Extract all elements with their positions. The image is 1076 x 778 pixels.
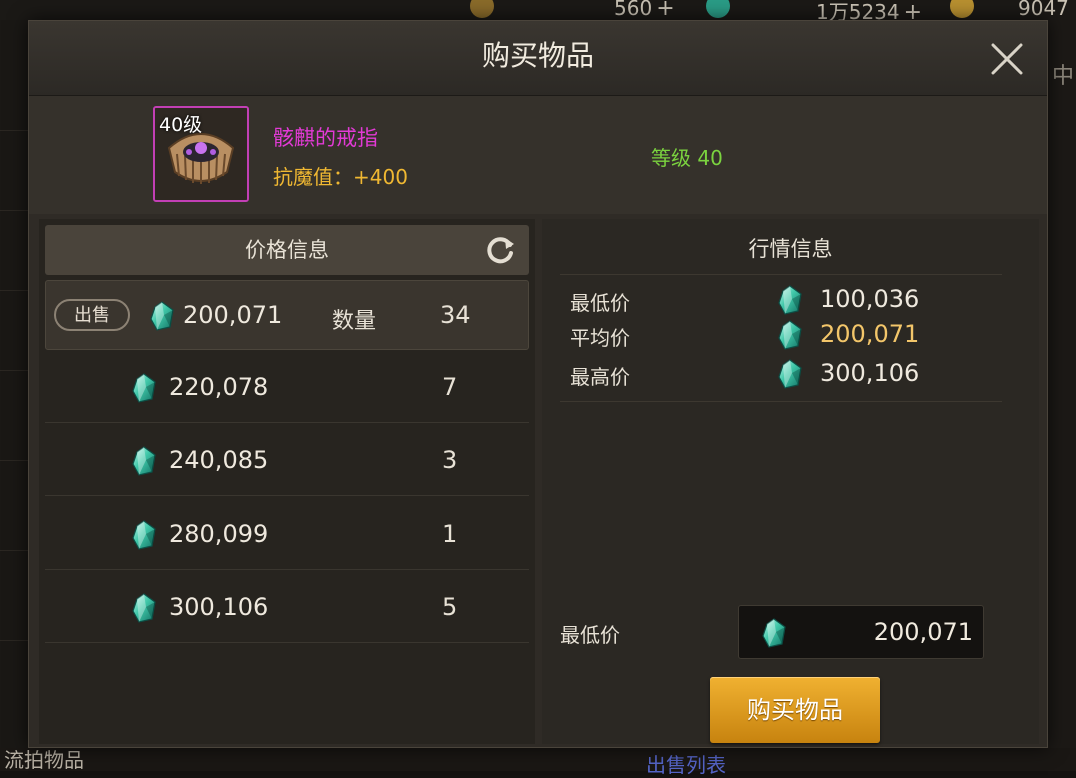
item-icon-frame[interactable]: 40级 xyxy=(153,106,249,202)
background-tab xyxy=(0,580,30,641)
item-header: 40级 骸麒的戒指 抗魔值：+400 等级 40 xyxy=(29,96,1047,214)
price-row[interactable]: 300,106 5 xyxy=(45,573,529,643)
gem-icon xyxy=(777,320,803,350)
row-price: 280,099 xyxy=(169,520,269,548)
market-info-panel: 行情信息 最低价 100,036 平均价 200,071 最高价 300,106… xyxy=(542,219,1039,744)
divider xyxy=(560,274,1002,275)
plus-icon[interactable]: + xyxy=(656,0,674,21)
buy-item-button[interactable]: 购买物品 xyxy=(710,677,880,743)
gem-icon xyxy=(761,618,787,648)
min-price-input[interactable]: 200,071 xyxy=(738,605,984,659)
item-name: 骸麒的戒指 xyxy=(273,126,378,150)
background-tab xyxy=(0,310,30,371)
lowest-price-value: 100,036 xyxy=(820,285,920,313)
row-quantity: 5 xyxy=(442,593,458,621)
price-info-header: 价格信息 xyxy=(45,225,529,275)
average-price-label: 平均价 xyxy=(570,326,630,350)
background-tab xyxy=(0,230,30,291)
divider xyxy=(560,401,1002,402)
gem-icon xyxy=(777,359,803,389)
bottom-sell-list-text[interactable]: 出售列表 xyxy=(646,749,726,778)
gem-icon xyxy=(777,285,803,315)
item-stat: 抗魔值：+400 xyxy=(273,165,408,189)
row-price: 240,085 xyxy=(169,446,269,474)
price-info-panel: 价格信息 出售 200,071 数量 34 220,078 7 240,085 xyxy=(39,219,535,744)
refresh-icon xyxy=(487,237,514,264)
price-row[interactable]: 220,078 7 xyxy=(45,353,529,423)
row-price: 220,078 xyxy=(169,373,269,401)
market-info-title: 行情信息 xyxy=(748,237,833,261)
price-info-title: 价格信息 xyxy=(245,238,329,262)
price-row[interactable]: 280,099 1 xyxy=(45,500,529,570)
background-right-char: 中 xyxy=(1052,64,1075,89)
gem-icon xyxy=(149,301,175,331)
row-quantity: 1 xyxy=(442,520,458,548)
row-price: 200,071 xyxy=(183,301,283,329)
sell-tag: 出售 xyxy=(54,299,130,331)
refresh-button[interactable] xyxy=(483,233,517,267)
row-quantity: 34 xyxy=(440,301,471,329)
row-price: 300,106 xyxy=(169,593,269,621)
background-tab xyxy=(0,150,30,211)
gem-icon xyxy=(131,373,157,403)
background-left-panel xyxy=(0,20,30,771)
buy-item-dialog: 购买物品 40级 骸麒的戒指 抗魔值：+400 等级 40 价格信息 出售 20… xyxy=(28,20,1048,748)
quantity-label: 数量 xyxy=(332,309,377,334)
gem-icon xyxy=(131,593,157,623)
resource-gold: 9047 xyxy=(1018,0,1069,20)
gem-icon xyxy=(131,446,157,476)
background-bottom-bar xyxy=(0,748,1076,771)
highest-price-value: 300,106 xyxy=(820,359,920,387)
average-price-value: 200,071 xyxy=(820,320,920,348)
resource-moon-value: 560 xyxy=(614,0,653,20)
price-row[interactable]: 出售 200,071 数量 34 xyxy=(45,280,529,350)
dialog-title: 购买物品 xyxy=(481,39,594,72)
dialog-titlebar: 购买物品 xyxy=(29,21,1047,96)
background-tab xyxy=(0,70,30,131)
min-price-label: 最低价 xyxy=(560,623,620,647)
item-level-badge: 40级 xyxy=(159,114,203,136)
min-price-value: 200,071 xyxy=(873,618,973,646)
lowest-price-label: 最低价 xyxy=(570,291,630,315)
highest-price-label: 最高价 xyxy=(570,365,630,389)
background-tab xyxy=(0,400,30,461)
close-button[interactable] xyxy=(985,37,1029,81)
background-tab xyxy=(0,490,30,551)
row-quantity: 7 xyxy=(442,373,458,401)
resource-gold-value: 9047 xyxy=(1018,0,1069,20)
row-quantity: 3 xyxy=(442,446,458,474)
price-row[interactable]: 240,085 3 xyxy=(45,426,529,496)
item-required-level: 等级 40 xyxy=(651,146,723,170)
gem-icon xyxy=(131,520,157,550)
background-right-panel xyxy=(1048,20,1076,771)
close-icon xyxy=(991,43,1023,75)
bottom-left-text[interactable]: 流拍物品 xyxy=(4,744,84,773)
resource-moon: 560 + xyxy=(614,0,675,21)
